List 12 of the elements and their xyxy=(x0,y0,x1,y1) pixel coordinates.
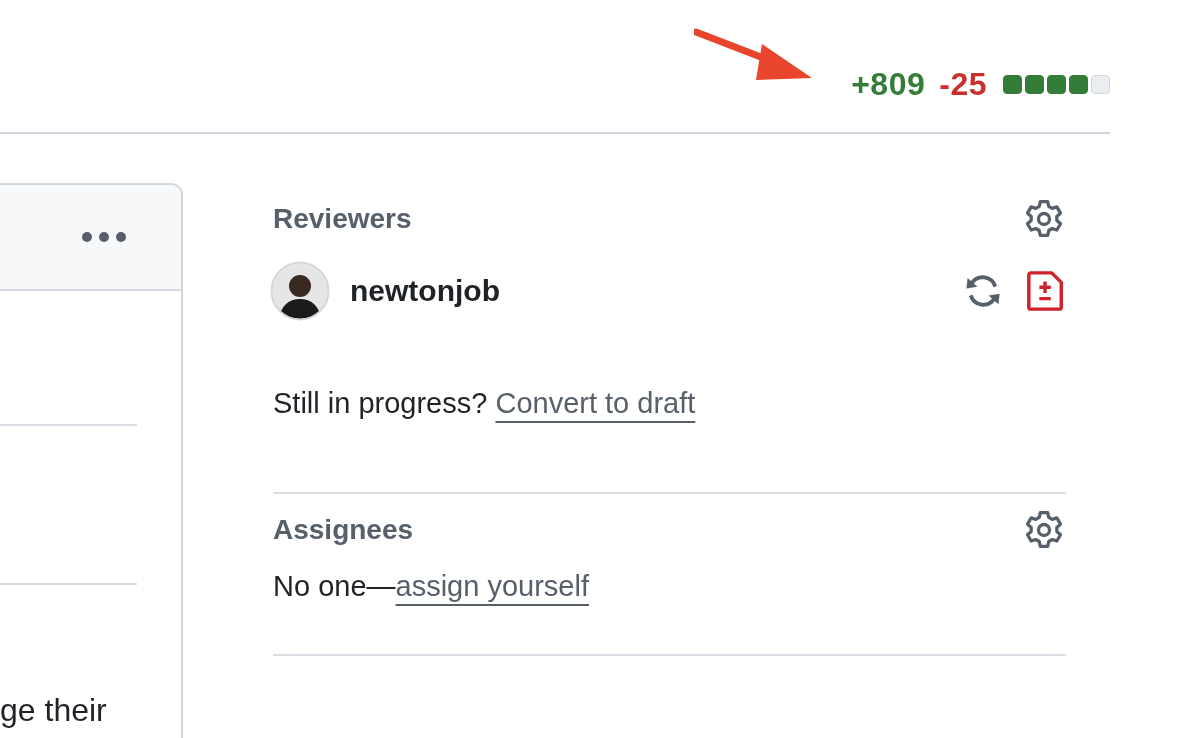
more-options-icon[interactable] xyxy=(81,231,127,243)
section-title: Assignees xyxy=(273,514,414,546)
deletions-count: -25 xyxy=(939,66,987,103)
draft-prompt-text: Still in progress? Convert to draft xyxy=(273,386,697,421)
reviewer-name[interactable]: newtonjob xyxy=(350,274,962,308)
assignees-text: No one—assign yourself xyxy=(273,569,590,604)
convert-to-draft-link[interactable]: Convert to draft xyxy=(495,387,696,419)
body-text: ge their xyxy=(0,691,108,730)
file-diff-icon xyxy=(1026,270,1066,312)
assign-yourself-link[interactable]: assign yourself xyxy=(395,570,589,602)
section-title: Reviewers xyxy=(273,203,412,235)
additions-count: +809 xyxy=(851,66,926,103)
